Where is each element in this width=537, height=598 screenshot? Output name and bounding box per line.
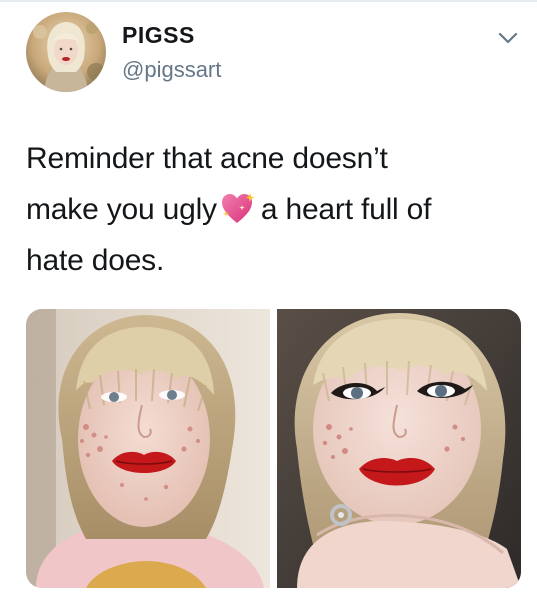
sparkling-heart-icon [220,190,256,224]
top-divider [0,0,537,2]
media-grid [26,309,521,588]
chevron-down-icon[interactable] [497,30,519,46]
photo-left[interactable] [26,309,270,588]
avatar[interactable] [26,12,106,92]
tweet-text-line-2-end: a heart full of [260,193,432,226]
tweet-text-line-1: Reminder that acne doesn’t [26,142,388,175]
tweet-text-line-3: hate does. [26,244,165,277]
tweet-text-line-2: make you ugly a heart full of [26,184,521,235]
tweet-text: Reminder that acne doesn’t make you ugly… [26,133,521,286]
photo-right[interactable] [277,309,521,588]
avatar-image [26,12,106,92]
tweet-card: PIGSS @pigssart Reminder that acne doesn… [0,0,537,598]
author-handle[interactable]: @pigssart [122,57,221,83]
tweet-text-line-2-start: make you ugly [26,193,217,226]
author-name[interactable]: PIGSS [122,22,195,49]
